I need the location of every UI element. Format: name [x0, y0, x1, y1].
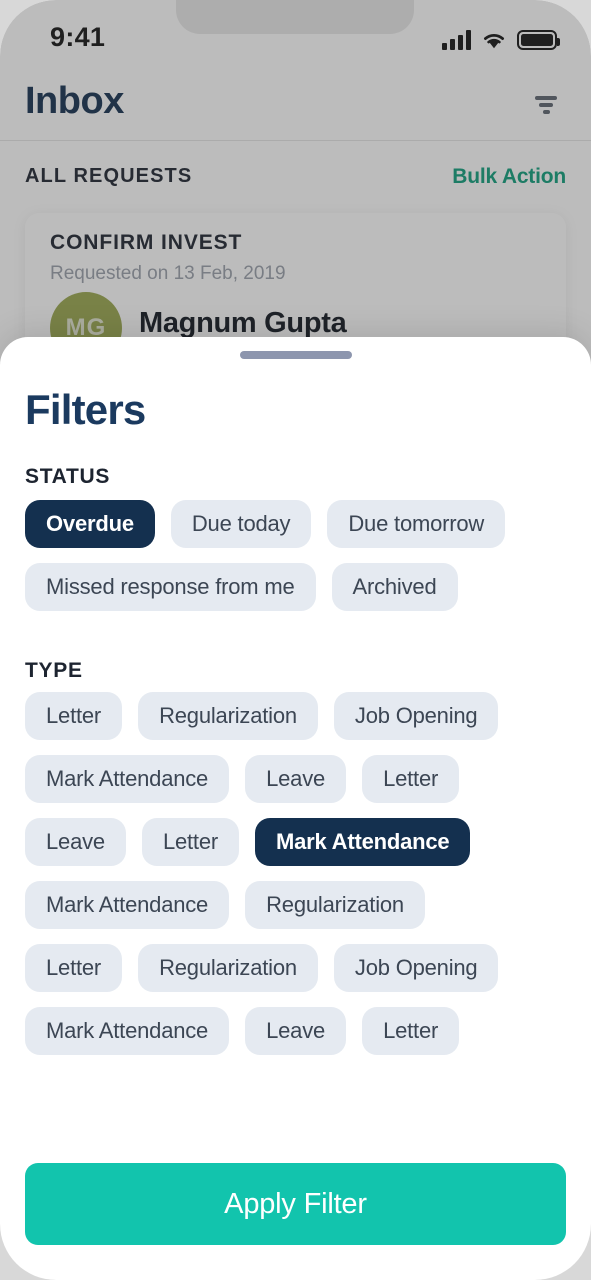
filter-chip-regularization[interactable]: Regularization [138, 944, 318, 992]
filter-chip-letter[interactable]: Letter [362, 1007, 460, 1055]
status-chip-row: Overdue Due today Due tomorrow [25, 500, 570, 548]
type-chip-row: Mark Attendance Regularization [25, 881, 570, 929]
filter-chip-regularization[interactable]: Regularization [245, 881, 425, 929]
filter-chip-mark-attendance[interactable]: Mark Attendance [25, 755, 230, 803]
filter-chip-mark-attendance[interactable]: Mark Attendance [25, 1007, 230, 1055]
status-filter-group: Overdue Due today Due tomorrow Missed respo… [25, 500, 570, 626]
filter-chip-job-opening[interactable]: Job Opening [333, 944, 499, 992]
filter-chip-mark-attendance[interactable]: Mark Attendance [25, 881, 230, 929]
type-chip-row: Mark Attendance Leave Letter [25, 755, 570, 803]
section-label-type: TYPE [25, 659, 83, 682]
status-chip-row: Missed response from me Archived [25, 563, 570, 611]
section-label-status: STATUS [25, 465, 111, 488]
filters-title: Filters [25, 386, 146, 433]
filters-bottom-sheet: Filters STATUS Overdue Due today Due tomor… [0, 337, 591, 1280]
filter-chip-regularization[interactable]: Regularization [138, 692, 318, 740]
filter-chip-letter[interactable]: Letter [25, 944, 123, 992]
filter-chip-overdue[interactable]: Overdue [25, 500, 155, 548]
filter-chip-due-tomorrow[interactable]: Due tomorrow [327, 500, 506, 548]
filter-chip-letter[interactable]: Letter [362, 755, 460, 803]
drag-handle[interactable] [239, 351, 352, 359]
apply-filter-button[interactable]: Apply Filter [25, 1163, 566, 1245]
type-filter-group: Letter Regularization Job Opening Mark Atte… [25, 692, 570, 1070]
filter-chip-leave[interactable]: Leave [25, 818, 126, 866]
type-chip-row: Mark Attendance Leave Letter [25, 1007, 570, 1055]
phone-screen: 9:41 Inbox ALL REQUESTS Bulk Action CONF… [0, 0, 591, 1280]
filter-chip-mark-attendance[interactable]: Mark Attendance [255, 818, 471, 866]
filter-chip-due-today[interactable]: Due today [170, 500, 312, 548]
filter-chip-letter[interactable]: Letter [25, 692, 123, 740]
filter-chip-leave[interactable]: Leave [245, 755, 347, 803]
filter-chip-letter[interactable]: Letter [141, 818, 240, 866]
filter-chip-job-opening[interactable]: Job Opening [333, 692, 499, 740]
filter-chip-archived[interactable]: Archived [331, 563, 458, 611]
type-chip-row: Letter Regularization Job Opening [25, 944, 570, 992]
phone-frame: 9:41 Inbox ALL REQUESTS Bulk Action CONF… [0, 0, 591, 1280]
filter-chip-missed-response-from-me[interactable]: Missed response from me [25, 563, 316, 611]
type-chip-row: Leave Letter Mark Attendance [25, 818, 570, 866]
filter-chip-leave[interactable]: Leave [245, 1007, 347, 1055]
type-chip-row: Letter Regularization Job Opening [25, 692, 570, 740]
